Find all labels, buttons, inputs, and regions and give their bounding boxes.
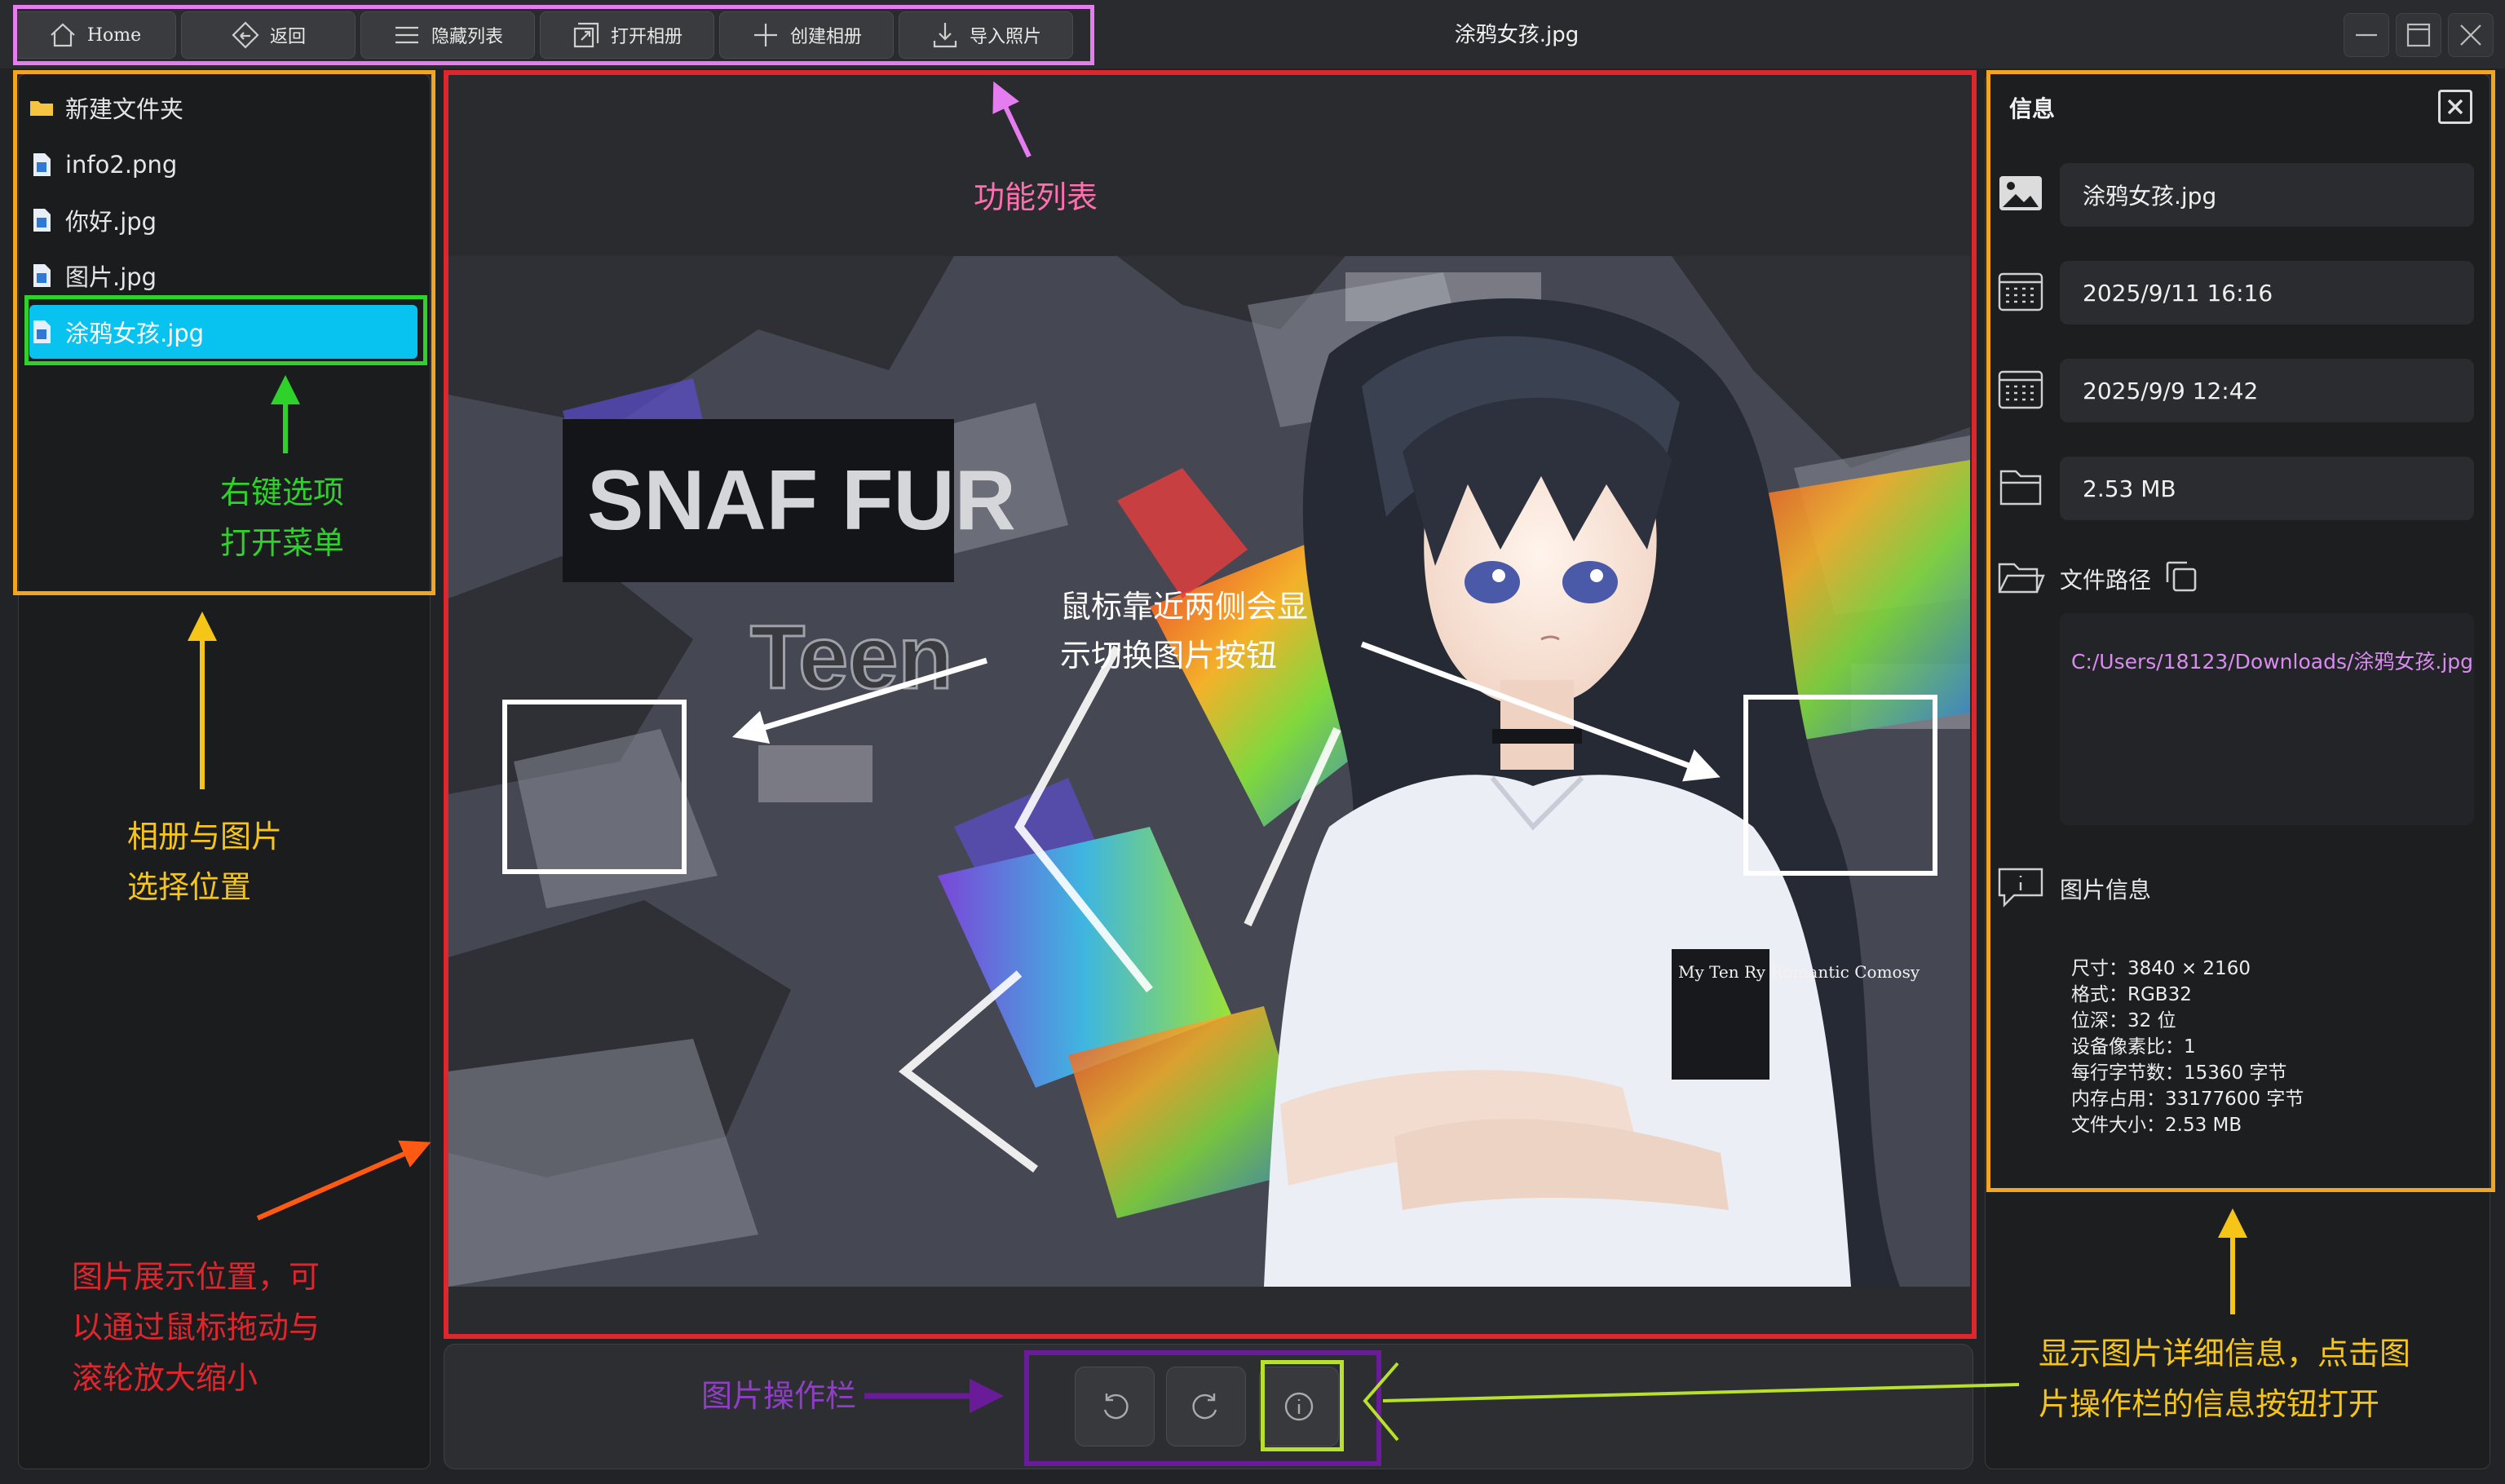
annotation-op-bar: 图片操作栏 xyxy=(701,1378,857,1414)
annotation-album-2: 选择位置 xyxy=(127,869,252,905)
next-image-zone-frame xyxy=(1743,695,1937,876)
annotation-right-click-1: 右键选项 xyxy=(220,475,345,510)
annotation-detail-1: 显示图片详细信息，点击图 xyxy=(2039,1336,2411,1371)
annotation-right-click-2: 打开菜单 xyxy=(220,525,345,561)
annotation-album-1: 相册与图片 xyxy=(127,819,283,855)
annotation-hover-2: 示切换图片按钮 xyxy=(1060,638,1278,674)
info-panel-highlight-frame xyxy=(1986,70,2495,1192)
prev-image-zone-frame xyxy=(502,700,687,874)
annotation-function-list: 功能列表 xyxy=(974,179,1098,215)
window-controls xyxy=(2344,13,2494,57)
toolbar-highlight-frame xyxy=(13,5,1094,65)
annotation-hover-1: 鼠标靠近两侧会显 xyxy=(1060,589,1309,625)
window-title: 涂鸦女孩.jpg xyxy=(1454,23,1579,47)
annotation-display-3: 滚轮放大缩小 xyxy=(72,1360,258,1396)
minimize-button[interactable] xyxy=(2344,13,2389,57)
annotation-display-1: 图片展示位置，可 xyxy=(72,1259,320,1295)
maximize-icon xyxy=(2406,23,2431,47)
annotation-detail-2: 片操作栏的信息按钮打开 xyxy=(2039,1386,2380,1422)
close-window-button[interactable] xyxy=(2448,13,2494,57)
close-icon xyxy=(2460,24,2481,46)
info-button-highlight-frame xyxy=(1261,1360,1344,1451)
minimize-icon xyxy=(2356,33,2377,37)
selected-item-highlight-frame xyxy=(24,295,427,365)
annotation-display-2: 以通过鼠标拖动与 xyxy=(72,1310,320,1345)
maximize-button[interactable] xyxy=(2396,13,2441,57)
